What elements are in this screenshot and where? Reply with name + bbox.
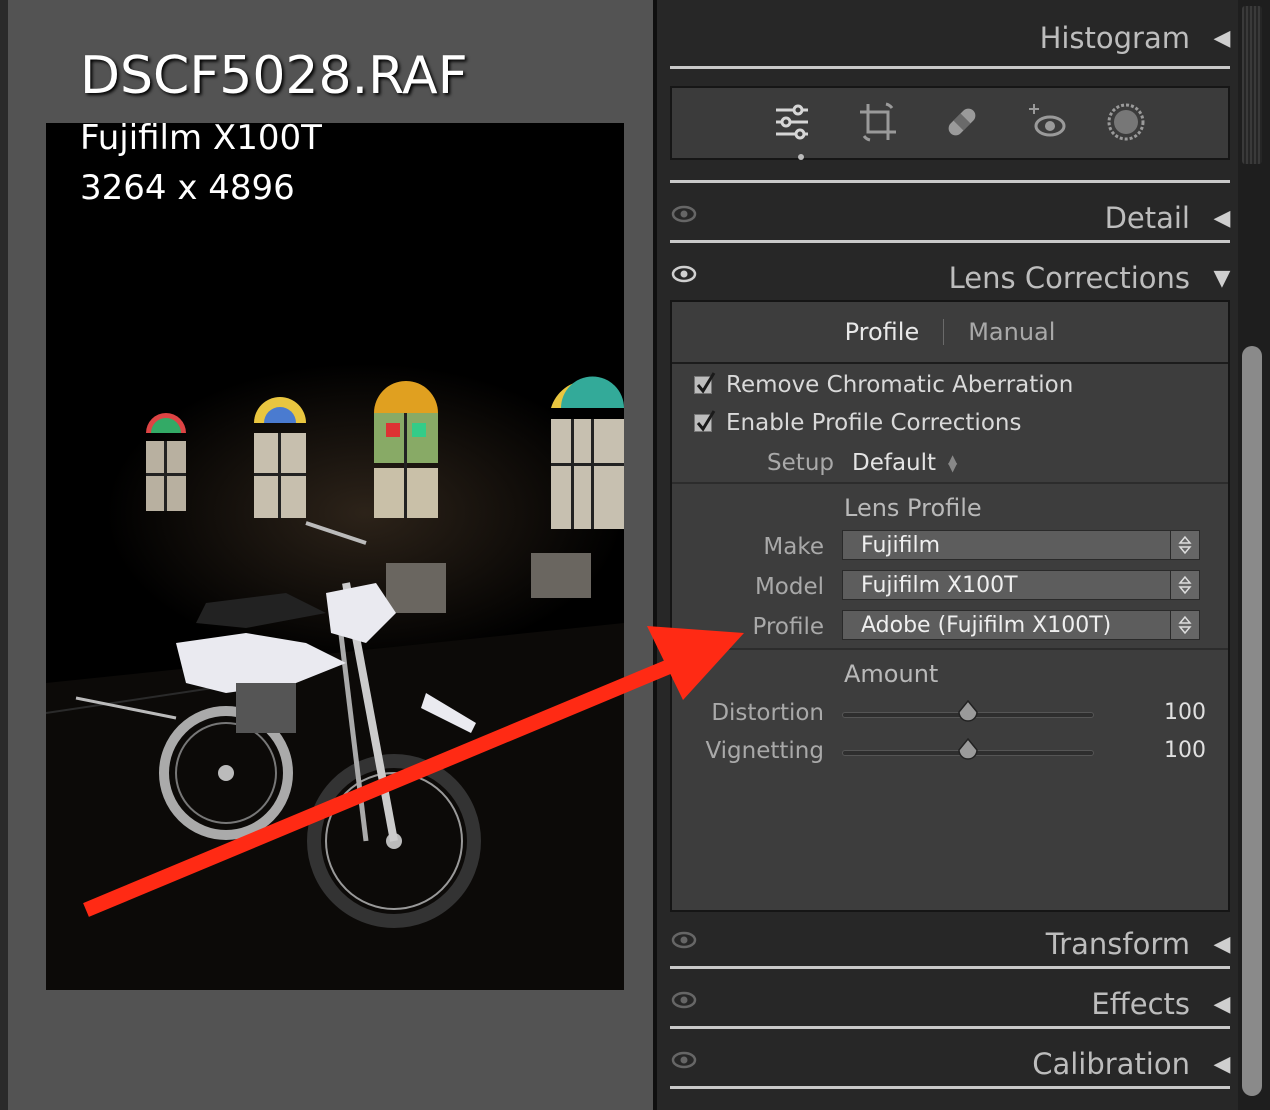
make-select[interactable]: Fujifilm (842, 530, 1200, 560)
transform-header[interactable]: Transform ◀ (667, 916, 1232, 972)
lens-corrections-label: Lens Corrections (948, 261, 1190, 295)
checkmark-icon (696, 372, 716, 394)
crop-icon[interactable] (858, 102, 898, 142)
divider (670, 966, 1230, 969)
distortion-label: Distortion (711, 700, 824, 726)
photo-camera: Fujifilm X100T (80, 118, 322, 158)
vignetting-slider[interactable] (842, 737, 1094, 760)
histogram-header[interactable]: Histogram ◀ (667, 10, 1232, 66)
updown-arrows-icon (1170, 571, 1199, 599)
photo-dimensions: 3264 x 4896 (80, 168, 295, 208)
amount-title: Amount (844, 660, 939, 688)
lens-corrections-body: Profile Manual Remove Chromatic Aberrati… (670, 300, 1230, 912)
photo-preview[interactable] (46, 123, 624, 990)
slider-thumb-icon[interactable] (956, 737, 980, 761)
collapse-triangle-icon: ◀ (1213, 1051, 1231, 1077)
tab-profile[interactable]: Profile (845, 318, 920, 346)
updown-arrows-icon: ▲ ▼ (948, 452, 958, 474)
enable-profile-row[interactable]: Enable Profile Corrections (694, 410, 1021, 436)
lens-tabs: Profile Manual (672, 302, 1228, 364)
visibility-eye-icon[interactable] (671, 930, 697, 950)
setup-value: Default (852, 450, 937, 476)
effects-header[interactable]: Effects ◀ (667, 976, 1232, 1032)
lens-profile-title: Lens Profile (844, 494, 982, 522)
collapse-triangle-icon: ◀ (1213, 25, 1231, 51)
distortion-slider[interactable] (842, 699, 1094, 722)
scrollbar-grip[interactable] (1242, 6, 1262, 164)
image-viewer: DSCF5028.RAF Fujifilm X100T 3264 x 4896 (0, 0, 653, 1110)
divider (670, 66, 1230, 69)
remove-ca-checkbox[interactable] (694, 372, 716, 394)
lens-corrections-header[interactable]: Lens Corrections ▼ (667, 250, 1232, 306)
vignetting-value[interactable]: 100 (1146, 738, 1206, 763)
detail-label: Detail (1104, 201, 1190, 235)
visibility-eye-icon[interactable] (671, 264, 697, 284)
vignetting-label: Vignetting (705, 738, 824, 764)
tool-strip (670, 86, 1230, 160)
profile-value: Adobe (Fujifilm X100T) (861, 612, 1112, 638)
model-select[interactable]: Fujifilm X100T (842, 570, 1200, 600)
model-label: Model (754, 574, 824, 600)
develop-panel: Histogram ◀ Detail ◀ Lens Corrections ▼ … (653, 0, 1238, 1110)
collapse-triangle-icon: ◀ (1213, 991, 1231, 1017)
detail-header[interactable]: Detail ◀ (667, 190, 1232, 246)
profile-label: Profile (752, 614, 824, 640)
divider (670, 180, 1230, 183)
calibration-header[interactable]: Calibration ◀ (667, 1036, 1232, 1092)
transform-label: Transform (1045, 927, 1190, 961)
divider (670, 1026, 1230, 1029)
enable-profile-label: Enable Profile Corrections (726, 410, 1022, 436)
collapse-triangle-icon: ◀ (1213, 931, 1231, 957)
slider-thumb-icon[interactable] (956, 699, 980, 723)
active-tool-indicator (798, 154, 804, 160)
profile-select[interactable]: Adobe (Fujifilm X100T) (842, 610, 1200, 640)
setup-label: Setup (767, 450, 834, 476)
histogram-label: Histogram (1039, 21, 1190, 55)
model-value: Fujifilm X100T (861, 572, 1018, 598)
healing-icon[interactable] (942, 102, 982, 142)
expand-triangle-icon: ▼ (1213, 265, 1231, 291)
divider (672, 482, 1228, 484)
redeye-icon[interactable] (1026, 102, 1066, 142)
checkmark-icon (696, 410, 716, 432)
motorcycle-photo (46, 123, 624, 990)
divider (672, 648, 1228, 650)
divider (670, 1086, 1230, 1089)
sliders-icon[interactable] (772, 102, 812, 142)
updown-arrows-icon (1170, 611, 1199, 639)
panel-scrollbar[interactable] (1238, 0, 1270, 1110)
distortion-value[interactable]: 100 (1146, 700, 1206, 725)
remove-ca-label: Remove Chromatic Aberration (726, 372, 1074, 398)
collapse-triangle-icon: ◀ (1213, 205, 1231, 231)
enable-profile-checkbox[interactable] (694, 410, 716, 432)
make-value: Fujifilm (861, 532, 941, 558)
tab-separator (943, 319, 945, 345)
mask-icon[interactable] (1106, 102, 1146, 142)
setup-dropdown[interactable]: Default ▲ ▼ (852, 450, 957, 476)
updown-arrows-icon (1170, 531, 1199, 559)
divider (670, 240, 1230, 243)
photo-filename: DSCF5028.RAF (80, 46, 468, 106)
calibration-label: Calibration (1032, 1047, 1190, 1081)
effects-label: Effects (1091, 987, 1190, 1021)
make-label: Make (763, 534, 824, 560)
remove-ca-row[interactable]: Remove Chromatic Aberration (694, 372, 1073, 398)
visibility-eye-icon[interactable] (671, 1050, 697, 1070)
visibility-eye-icon[interactable] (671, 204, 697, 224)
visibility-eye-icon[interactable] (671, 990, 697, 1010)
tab-manual[interactable]: Manual (968, 318, 1055, 346)
scrollbar-thumb[interactable] (1242, 346, 1262, 1096)
